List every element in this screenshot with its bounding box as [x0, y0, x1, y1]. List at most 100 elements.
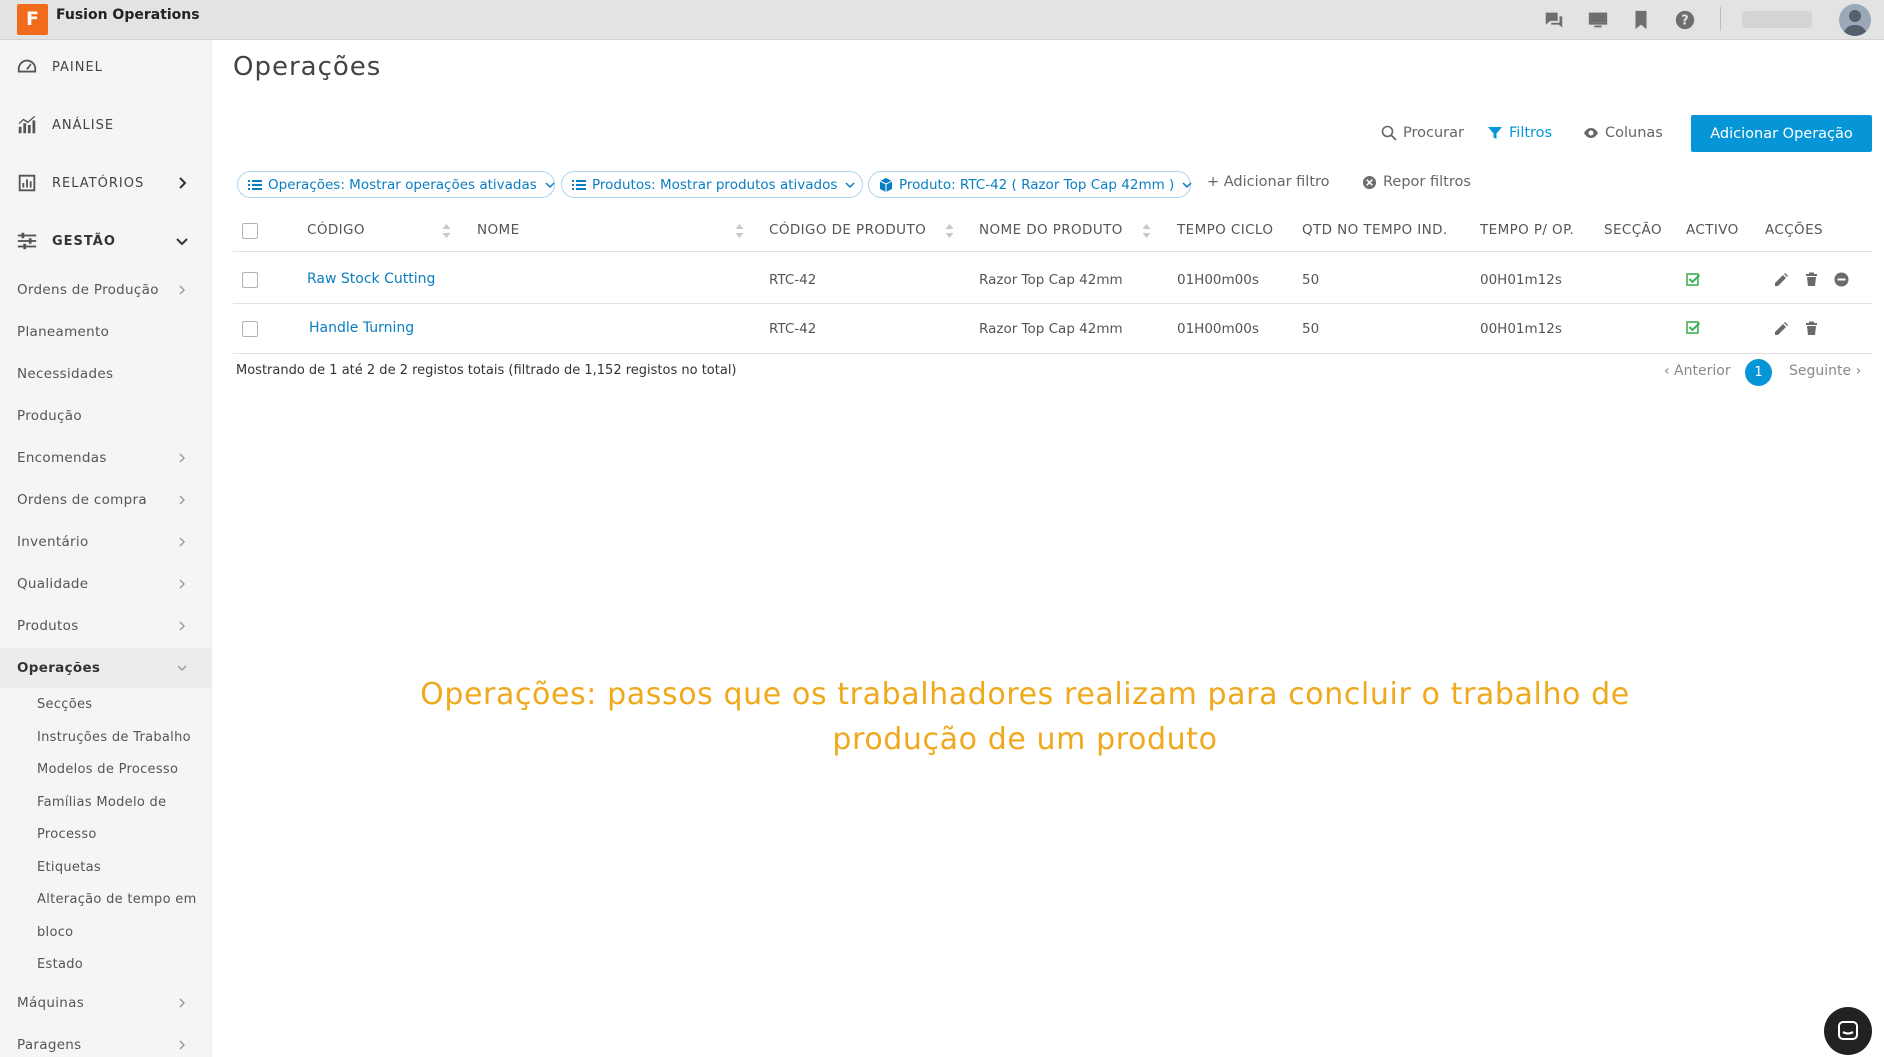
sidebar-item-analise[interactable]: ANÁLISE — [0, 107, 212, 143]
reports-icon — [18, 174, 36, 192]
pagination-prev[interactable]: ‹ Anterior — [1664, 363, 1731, 379]
table-cell-codigo-produto: RTC-42 — [769, 321, 817, 337]
page-title: Operações — [233, 52, 382, 82]
sort-icon[interactable] — [945, 222, 954, 240]
filter-chip-operacoes[interactable]: Operações: Mostrar operações ativadas — [237, 171, 555, 198]
table-cell-codigo-link[interactable]: Handle Turning — [309, 320, 414, 336]
pagination-next[interactable]: Seguinte › — [1789, 363, 1861, 379]
pagination-page[interactable]: 1 — [1745, 359, 1772, 386]
monitor-icon[interactable] — [1587, 9, 1609, 31]
add-filter-button[interactable]: + Adicionar filtro — [1207, 174, 1330, 190]
row-checkbox[interactable] — [242, 321, 258, 337]
col-header-activo[interactable]: ACTIVO — [1686, 222, 1739, 238]
sidebar-item-qualidade[interactable]: Qualidade — [0, 564, 212, 604]
sidebar-item-label: Planeamento — [17, 324, 110, 340]
sidebar-item-planeamento[interactable]: Planeamento — [0, 312, 212, 352]
sidebar-item-encomendas[interactable]: Encomendas — [0, 438, 212, 478]
list-icon — [248, 179, 262, 190]
chevron-right-icon — [179, 998, 185, 1008]
sidebar-item-label: Produção — [17, 408, 82, 424]
col-header-nome-produto[interactable]: NOME DO PRODUTO — [979, 222, 1123, 238]
sidebar-subitem-alteracao-tempo-cont[interactable]: bloco — [37, 925, 73, 940]
sidebar-item-necessidades[interactable]: Necessidades — [0, 354, 212, 394]
sidebar-subitem-instrucoes-trabalho[interactable]: Instruções de Trabalho — [37, 730, 191, 745]
bookmark-icon[interactable] — [1630, 9, 1652, 31]
chevron-right-icon — [179, 579, 185, 589]
sort-icon[interactable] — [442, 222, 451, 240]
trash-icon[interactable] — [1804, 272, 1819, 287]
sidebar-subitem-seccoes[interactable]: Secções — [37, 697, 92, 712]
chevron-right-icon — [179, 537, 185, 547]
disable-icon[interactable] — [1834, 272, 1849, 287]
sidebar-item-producao[interactable]: Produção — [0, 396, 212, 436]
search-button[interactable]: Procurar — [1381, 122, 1464, 144]
sidebar-item-label: Qualidade — [17, 576, 89, 592]
table-cell-qtd: 50 — [1302, 321, 1320, 337]
row-checkbox[interactable] — [242, 272, 258, 288]
sidebar-item-painel[interactable]: PAINEL — [0, 49, 212, 85]
user-name-placeholder[interactable] — [1742, 11, 1812, 28]
table-cell-nome-produto: Razor Top Cap 42mm — [979, 321, 1123, 337]
svg-text:?: ? — [1681, 14, 1688, 29]
table-row-divider — [233, 353, 1872, 354]
edit-icon[interactable] — [1774, 272, 1789, 287]
col-header-codigo-produto[interactable]: CÓDIGO DE PRODUTO — [769, 222, 926, 238]
help-icon[interactable]: ? — [1674, 9, 1696, 31]
col-header-tempo-op[interactable]: TEMPO P/ OP. — [1480, 222, 1574, 238]
col-header-codigo[interactable]: CÓDIGO — [307, 222, 365, 238]
topbar-divider — [1720, 7, 1721, 31]
sidebar-subitem-familias-modelo-cont[interactable]: Processo — [37, 827, 97, 842]
sidebar-subitem-estado[interactable]: Estado — [37, 957, 83, 972]
col-header-seccao[interactable]: SECÇÃO — [1604, 222, 1662, 238]
chevron-right-icon — [179, 621, 185, 631]
chevron-down-icon — [545, 181, 555, 188]
chevron-right-icon — [179, 285, 185, 295]
filter-chip-produtos[interactable]: Produtos: Mostrar produtos ativados — [561, 171, 863, 198]
reset-filters-button[interactable]: Repor filtros — [1362, 174, 1471, 190]
trash-icon[interactable] — [1804, 321, 1819, 336]
app-logo[interactable]: F — [17, 4, 48, 35]
list-icon — [572, 179, 586, 190]
sidebar-item-label: PAINEL — [52, 59, 103, 75]
support-chat-button[interactable] — [1824, 1007, 1872, 1055]
check-square-icon — [1686, 273, 1701, 286]
sidebar-subitem-modelos-processo[interactable]: Modelos de Processo — [37, 762, 178, 777]
settings-sliders-icon — [17, 232, 37, 250]
sort-icon[interactable] — [735, 222, 744, 240]
col-header-accoes: ACÇÕES — [1765, 222, 1823, 238]
add-operation-button[interactable]: Adicionar Operação — [1691, 115, 1872, 152]
select-all-checkbox[interactable] — [242, 223, 258, 239]
edit-icon[interactable] — [1774, 321, 1789, 336]
filters-label: Filtros — [1509, 125, 1553, 141]
sidebar-item-label: Produtos — [17, 618, 79, 634]
filters-button[interactable]: Filtros — [1487, 122, 1552, 144]
sidebar-item-relatorios[interactable]: RELATÓRIOS — [0, 165, 212, 201]
sidebar-subitem-alteracao-tempo[interactable]: Alteração de tempo em — [37, 892, 197, 907]
top-bar: F Fusion Operations ? — [0, 0, 1884, 40]
sidebar-subitem-etiquetas[interactable]: Etiquetas — [37, 860, 101, 875]
sidebar-item-gestao[interactable]: GESTÃO — [0, 223, 212, 259]
sort-icon[interactable] — [1142, 222, 1151, 240]
cube-icon — [879, 177, 893, 192]
sidebar-item-ordens-compra[interactable]: Ordens de compra — [0, 480, 212, 520]
col-header-qtd-tempo[interactable]: QTD NO TEMPO IND. — [1302, 222, 1448, 238]
sidebar-item-produtos[interactable]: Produtos — [0, 606, 212, 646]
columns-button[interactable]: Colunas — [1583, 122, 1663, 144]
table-cell-codigo-link[interactable]: Raw Stock Cutting — [307, 271, 435, 287]
sidebar-item-operacoes[interactable]: Operações — [0, 648, 212, 688]
col-header-tempo-ciclo[interactable]: TEMPO CICLO — [1177, 222, 1273, 238]
dashboard-icon — [17, 59, 37, 73]
filter-chip-produto[interactable]: Produto: RTC-42 ( Razor Top Cap 42mm ) — [868, 171, 1192, 198]
table-info: Mostrando de 1 até 2 de 2 registos totai… — [236, 363, 737, 378]
table-cell-tempo-ciclo: 01H00m00s — [1177, 272, 1259, 288]
sidebar-subitem-familias-modelo[interactable]: Famílias Modelo de — [37, 795, 166, 810]
eye-icon — [1584, 128, 1598, 138]
sidebar-item-inventario[interactable]: Inventário — [0, 522, 212, 562]
sidebar-item-paragens[interactable]: Paragens — [0, 1025, 212, 1057]
col-header-nome[interactable]: NOME — [477, 222, 520, 238]
chat-icon[interactable] — [1543, 9, 1565, 31]
avatar[interactable] — [1839, 4, 1871, 36]
sidebar-item-label: Necessidades — [17, 366, 114, 382]
sidebar-item-ordens-producao[interactable]: Ordens de Produção — [0, 270, 212, 310]
sidebar-item-maquinas[interactable]: Máquinas — [0, 983, 212, 1023]
